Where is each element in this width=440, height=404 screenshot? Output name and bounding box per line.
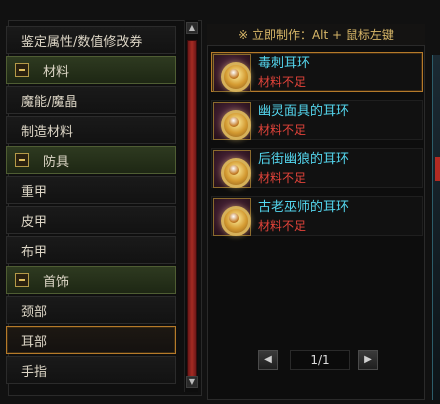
collapse-icon[interactable] bbox=[15, 273, 29, 287]
collapse-icon[interactable] bbox=[15, 153, 29, 167]
prev-page-button[interactable]: ◀ bbox=[258, 350, 278, 370]
category-label: 手指 bbox=[21, 364, 48, 380]
quick-craft-hint: ※ 立即制作：Alt + 鼠标左键 bbox=[207, 24, 425, 46]
category-label: 魔能/魔晶 bbox=[21, 94, 78, 110]
recipe-status: 材料不足 bbox=[258, 171, 307, 185]
recipe-item[interactable]: 古老巫师的耳环 材料不足 bbox=[211, 196, 423, 236]
category-scrollbar[interactable]: ▲ ▼ bbox=[184, 20, 198, 392]
category-item-ear[interactable]: 耳部 bbox=[6, 326, 176, 354]
right-arrow-icon: ▶ bbox=[364, 354, 372, 365]
category-label: 颈部 bbox=[21, 304, 48, 320]
down-arrow-icon: ▼ bbox=[188, 377, 196, 386]
earring-icon bbox=[213, 102, 251, 140]
category-item-heavy-armor[interactable]: 重甲 bbox=[6, 176, 176, 204]
category-item-crafting-materials[interactable]: 制造材料 bbox=[6, 116, 176, 144]
category-label: 布甲 bbox=[21, 244, 48, 260]
category-label: 制造材料 bbox=[21, 124, 74, 140]
category-group-label: 材料 bbox=[43, 64, 70, 80]
category-group-label: 首饰 bbox=[43, 274, 70, 290]
recipe-name: 古老巫师的耳环 bbox=[258, 200, 350, 215]
recipe-name: 毒刺耳环 bbox=[258, 56, 311, 71]
earring-icon bbox=[213, 198, 251, 236]
category-group-jewelry[interactable]: 首饰 bbox=[6, 266, 176, 294]
up-arrow-icon: ▲ bbox=[188, 23, 196, 32]
recipe-name: 后街幽狼的耳环 bbox=[258, 152, 350, 167]
recipe-item[interactable]: 毒刺耳环 材料不足 bbox=[211, 52, 423, 92]
category-label: 鉴定属性/数值修改券 bbox=[21, 34, 143, 50]
category-item-leather-armor[interactable]: 皮甲 bbox=[6, 206, 176, 234]
earring-icon bbox=[213, 150, 251, 188]
category-item-appraisal-coupon[interactable]: 鉴定属性/数值修改券 bbox=[6, 26, 176, 54]
scroll-up-button[interactable]: ▲ bbox=[186, 22, 198, 34]
recipe-status: 材料不足 bbox=[258, 219, 307, 233]
category-label: 耳部 bbox=[21, 334, 48, 350]
category-item-neck[interactable]: 颈部 bbox=[6, 296, 176, 324]
left-arrow-icon: ◀ bbox=[264, 354, 272, 365]
category-label: 重甲 bbox=[21, 184, 48, 200]
recipe-name: 幽灵面具的耳环 bbox=[258, 104, 350, 119]
recipe-status: 材料不足 bbox=[258, 123, 307, 137]
category-group-materials[interactable]: 材料 bbox=[6, 56, 176, 84]
scroll-thumb[interactable] bbox=[187, 40, 197, 380]
page-indicator: 1/1 bbox=[290, 350, 350, 370]
recipe-item[interactable]: 幽灵面具的耳环 材料不足 bbox=[211, 100, 423, 140]
category-label: 皮甲 bbox=[21, 214, 48, 230]
recipe-item[interactable]: 后街幽狼的耳环 材料不足 bbox=[211, 148, 423, 188]
next-page-button[interactable]: ▶ bbox=[358, 350, 378, 370]
collapse-icon[interactable] bbox=[15, 63, 29, 77]
category-item-cloth-armor[interactable]: 布甲 bbox=[6, 236, 176, 264]
category-group-label: 防具 bbox=[43, 154, 70, 170]
category-group-armor[interactable]: 防具 bbox=[6, 146, 176, 174]
earring-icon bbox=[213, 54, 251, 92]
adjacent-window-edge bbox=[432, 55, 440, 400]
recipe-status: 材料不足 bbox=[258, 75, 307, 89]
category-item-magic-crystal[interactable]: 魔能/魔晶 bbox=[6, 86, 176, 114]
category-item-finger[interactable]: 手指 bbox=[6, 356, 176, 384]
scroll-down-button[interactable]: ▼ bbox=[186, 376, 198, 388]
